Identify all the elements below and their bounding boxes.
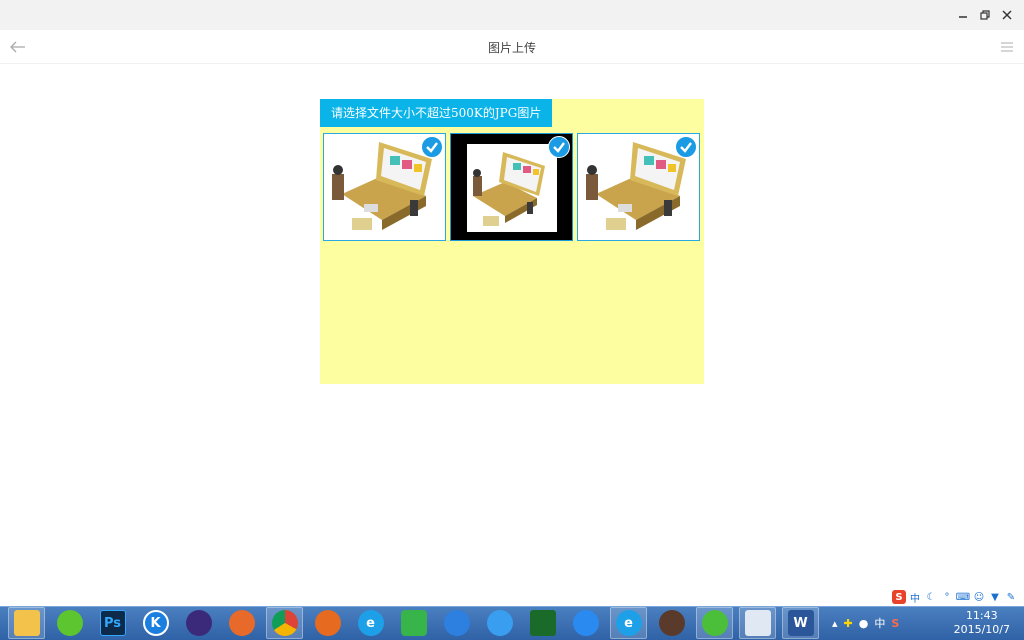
tray-expand-icon[interactable]: ▴ — [832, 617, 838, 630]
tray-plus-icon[interactable]: ✚ — [844, 617, 853, 630]
system-tray: ▴ ✚ ● 中 S — [832, 610, 899, 636]
window-controls — [954, 6, 1016, 24]
selected-checkmark[interactable] — [548, 136, 570, 158]
window-titlebar — [0, 0, 1024, 30]
restore-icon — [980, 10, 990, 20]
ime-toolbar: S 中 ☾ ° ⌨ ☺ ▼ ✎ — [892, 587, 1018, 607]
keyboard-icon[interactable]: ⌨ — [956, 590, 970, 604]
upload-instruction[interactable]: 请选择文件大小不超过500K的JPG图片 — [320, 99, 553, 127]
punctuation-icon[interactable]: ° — [940, 590, 954, 604]
check-icon — [553, 142, 565, 153]
kugou-music-icon[interactable]: K — [137, 607, 174, 639]
eclipse-icon[interactable] — [180, 607, 217, 639]
file-explorer-icon[interactable] — [8, 607, 45, 639]
baidu-cloud-icon[interactable] — [481, 607, 518, 639]
system-clock[interactable]: 11:43 2015/10/7 — [954, 609, 1010, 637]
user-icon[interactable]: ☺ — [972, 590, 986, 604]
ime-language-icon[interactable]: 中 — [908, 590, 922, 605]
game-badge-icon[interactable] — [653, 607, 690, 639]
wechat-icon[interactable] — [696, 607, 733, 639]
internet-explorer-icon[interactable]: e — [352, 607, 389, 639]
word-icon[interactable]: W — [782, 607, 819, 639]
page-title: 图片上传 — [487, 41, 536, 55]
shirt-icon[interactable]: ▼ — [988, 590, 1002, 604]
remote-desktop-icon[interactable] — [739, 607, 776, 639]
internet-explorer-alt-icon[interactable]: e — [610, 607, 647, 639]
sogou-logo-icon[interactable]: S — [892, 590, 906, 604]
image-thumbnails — [323, 133, 700, 241]
chrome-icon[interactable] — [266, 607, 303, 639]
eye-app-icon[interactable] — [524, 607, 561, 639]
game-center-icon[interactable] — [223, 607, 260, 639]
minimize-icon — [959, 16, 967, 18]
close-icon — [1002, 10, 1012, 20]
restore-button[interactable] — [976, 6, 994, 24]
check-icon — [680, 142, 692, 153]
minimize-button[interactable] — [954, 6, 972, 24]
clock-date: 2015/10/7 — [953, 623, 1010, 636]
close-button[interactable] — [998, 6, 1016, 24]
tray-ime-icon[interactable]: 中 — [874, 615, 885, 631]
leaf-app-icon[interactable] — [51, 607, 88, 639]
moon-icon[interactable]: ☾ — [924, 590, 938, 604]
pen-app-icon[interactable] — [567, 607, 604, 639]
download-app-icon[interactable] — [395, 607, 432, 639]
app-header: 图片上传 — [0, 30, 1024, 64]
image-thumbnail-3[interactable] — [577, 133, 700, 241]
cloud-app-icon[interactable] — [438, 607, 475, 639]
selected-checkmark[interactable] — [675, 136, 697, 158]
image-upload-panel: 请选择文件大小不超过500K的JPG图片 — [320, 99, 704, 384]
image-thumbnail-2[interactable] — [450, 133, 573, 241]
tray-sogou-icon[interactable]: S — [891, 617, 899, 630]
image-thumbnail-1[interactable] — [323, 133, 446, 241]
menu-button[interactable] — [1000, 39, 1014, 53]
hamburger-icon — [1001, 42, 1013, 52]
wrench-icon[interactable]: ✎ — [1004, 590, 1018, 604]
photoshop-icon[interactable]: Ps — [94, 607, 131, 639]
clock-time: 11:43 — [965, 609, 998, 622]
selected-checkmark[interactable] — [421, 136, 443, 158]
check-icon — [426, 142, 438, 153]
firefox-icon[interactable] — [309, 607, 346, 639]
tray-penguin-icon[interactable]: ● — [859, 617, 869, 630]
taskbar-apps: Ps K e e W — [8, 607, 819, 639]
